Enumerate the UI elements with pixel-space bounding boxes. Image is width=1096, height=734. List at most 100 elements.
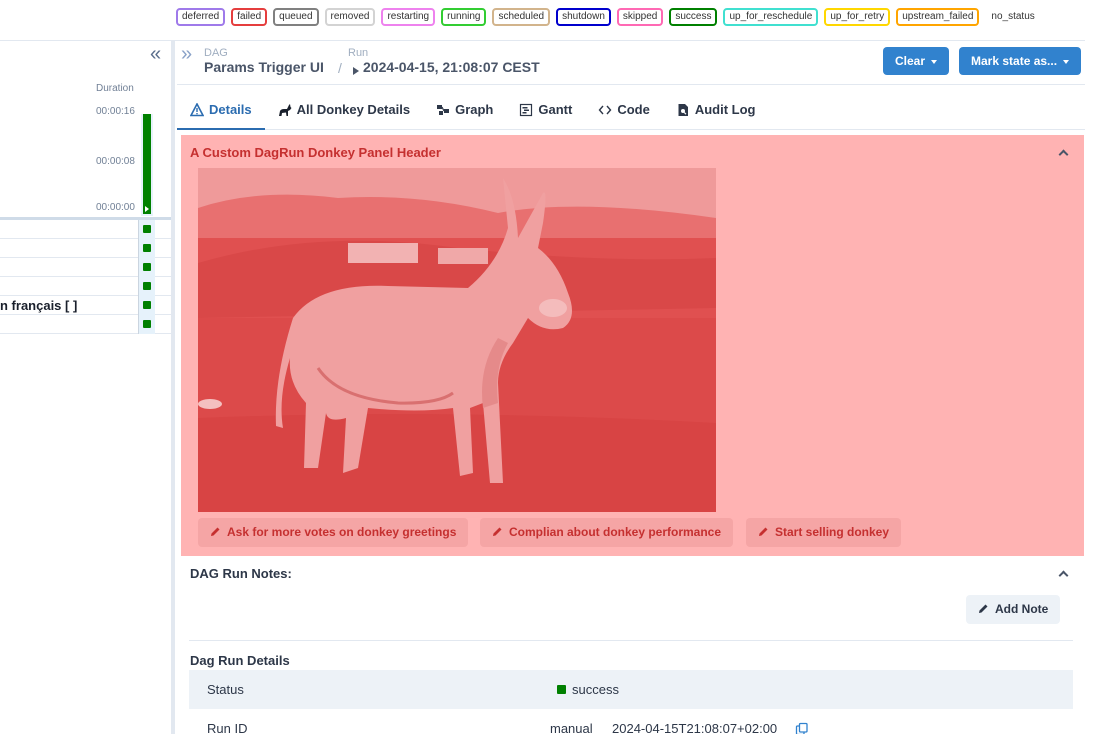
start-selling-button[interactable]: Start selling donkey	[746, 518, 902, 547]
pencil-icon	[759, 527, 768, 536]
graph-icon	[437, 105, 450, 115]
success-square	[143, 244, 151, 252]
dag-link[interactable]: Params Trigger UI	[204, 59, 324, 75]
mark-state-button[interactable]: Mark state as...	[959, 47, 1082, 75]
add-note-button[interactable]: Add Note	[966, 595, 1061, 624]
task-instance-cell[interactable]	[139, 277, 155, 296]
legend-queued[interactable]: queued	[273, 8, 319, 26]
donkey-image	[198, 168, 716, 512]
tab-label: Audit Log	[694, 102, 756, 117]
success-square	[143, 320, 151, 328]
gantt-icon	[520, 103, 533, 117]
tab-label: Graph	[455, 102, 494, 117]
task-instance-cell[interactable]	[139, 315, 155, 334]
header-divider	[177, 84, 1085, 85]
dag-run-details-title: Dag Run Details	[190, 653, 290, 668]
mark-state-button-label: Mark state as...	[971, 54, 1058, 68]
dag-run-notes-title[interactable]: DAG Run Notes:	[190, 566, 292, 581]
run-duration-bar[interactable]	[141, 114, 153, 216]
task-row[interactable]	[0, 239, 171, 258]
tab-label: All Donkey Details	[296, 102, 411, 117]
ask-for-votes-button[interactable]: Ask for more votes on donkey greetings	[198, 518, 469, 547]
chevron-up-icon[interactable]	[1058, 570, 1069, 581]
tab-bar: Details All Donkey Details Graph Gantt C…	[177, 92, 1085, 130]
task-row[interactable]	[0, 220, 171, 239]
detail-value: success	[557, 682, 619, 697]
legend-failed[interactable]: failed	[231, 8, 268, 26]
complain-performance-button[interactable]: Complian about donkey performance	[480, 518, 734, 547]
pencil-icon	[211, 527, 220, 536]
legend-skipped[interactable]: skipped	[616, 8, 664, 26]
detail-key: Run ID	[207, 721, 248, 734]
task-row[interactable]: n français [ ]	[0, 296, 171, 315]
copy-icon[interactable]	[795, 722, 809, 734]
expand-details-icon[interactable]: »	[181, 43, 192, 66]
legend-restarting[interactable]: restarting	[381, 8, 436, 26]
collapse-grid-icon[interactable]: «	[150, 43, 161, 66]
section-divider	[189, 640, 1073, 641]
tab-label: Details	[209, 102, 252, 117]
success-square	[143, 301, 151, 309]
run-id-text: 2024-04-15T21:08:07+02:00	[612, 721, 778, 734]
tab-gantt[interactable]: Gantt	[506, 92, 585, 130]
run-type-icon	[353, 67, 359, 75]
tab-label: Code	[617, 102, 650, 117]
success-square	[143, 263, 151, 271]
pane-resizer[interactable]	[171, 41, 175, 734]
donkey-icon	[278, 104, 292, 116]
chevron-down-icon	[931, 59, 938, 64]
tab-label: Gantt	[538, 102, 573, 117]
pencil-icon	[493, 527, 502, 536]
tab-all-donkey-details[interactable]: All Donkey Details	[265, 92, 423, 130]
run-duration-fill	[143, 114, 151, 214]
duration-label: Duration	[96, 83, 134, 94]
button-label: Ask for more votes on donkey greetings	[227, 525, 457, 539]
task-instance-cell[interactable]	[139, 296, 155, 315]
task-name: n français [ ]	[0, 298, 78, 313]
run-type-text: manual	[550, 721, 593, 734]
legend-up-for-retry[interactable]: up_for_retry	[824, 8, 891, 26]
chevron-up-icon[interactable]	[1058, 149, 1069, 160]
legend-no-status[interactable]: no_status	[985, 8, 1041, 26]
tab-code[interactable]: Code	[585, 92, 663, 130]
task-row[interactable]	[0, 258, 171, 277]
pencil-icon	[979, 604, 988, 613]
breadcrumb-separator: /	[338, 60, 342, 76]
legend-up-for-reschedule[interactable]: up_for_reschedule	[723, 8, 819, 26]
legend-success[interactable]: success	[669, 8, 718, 26]
audit-log-icon	[678, 104, 688, 116]
chevron-down-icon	[1063, 59, 1070, 64]
duration-tick: 00:00:00	[96, 202, 135, 213]
duration-tick: 00:00:16	[96, 106, 135, 117]
state-legend: deferred failed queued removed restartin…	[176, 8, 1041, 26]
duration-tick: 00:00:08	[96, 156, 135, 167]
detail-row-run-id: Run ID manual 2024-04-15T21:08:07+02:00	[189, 709, 1073, 734]
legend-deferred[interactable]: deferred	[176, 8, 226, 26]
legend-shutdown[interactable]: shutdown	[556, 8, 611, 26]
legend-scheduled[interactable]: scheduled	[492, 8, 551, 26]
donkey-panel-header[interactable]: A Custom DagRun Donkey Panel Header	[190, 145, 441, 160]
success-square	[143, 282, 151, 290]
tab-audit-log[interactable]: Audit Log	[663, 92, 769, 130]
clear-button-label: Clear	[895, 54, 926, 68]
success-square	[143, 225, 151, 233]
legend-running[interactable]: running	[441, 8, 487, 26]
warning-triangle-icon	[190, 103, 204, 117]
tab-graph[interactable]: Graph	[423, 92, 506, 130]
detail-key: Status	[207, 682, 244, 697]
tab-details[interactable]: Details	[177, 92, 265, 130]
task-row[interactable]	[0, 315, 171, 334]
task-row[interactable]	[0, 277, 171, 296]
success-status-icon	[557, 685, 566, 694]
clear-button[interactable]: Clear	[883, 47, 950, 75]
task-instance-cell[interactable]	[139, 220, 155, 239]
donkey-photo	[198, 168, 716, 512]
legend-upstream-failed[interactable]: upstream_failed	[896, 8, 980, 26]
task-instance-cell[interactable]	[139, 258, 155, 277]
button-label: Complian about donkey performance	[509, 525, 722, 539]
code-icon	[598, 105, 612, 115]
legend-removed[interactable]: removed	[324, 8, 376, 26]
task-instance-cell[interactable]	[139, 239, 155, 258]
run-link[interactable]: 2024-04-15, 21:08:07 CEST	[363, 59, 540, 75]
run-play-icon	[145, 206, 149, 212]
